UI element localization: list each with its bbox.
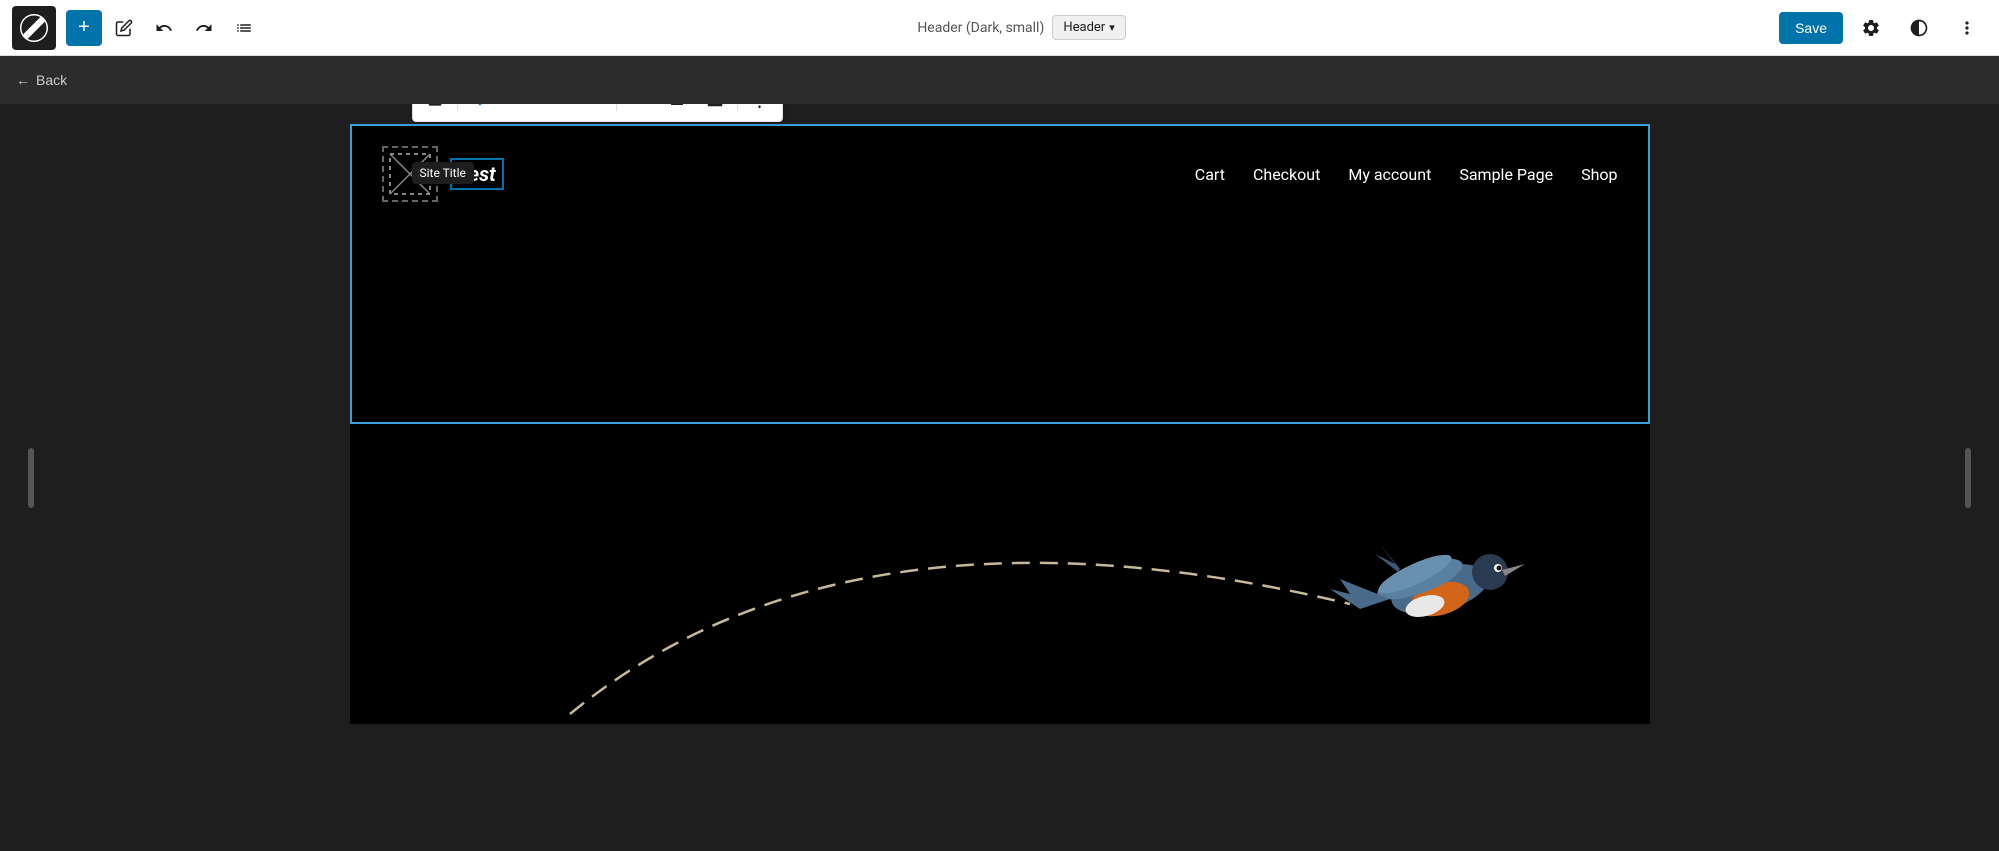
bird-path-svg [350, 424, 1650, 724]
avatar-button[interactable] [697, 104, 733, 117]
contrast-button[interactable] [1901, 10, 1937, 46]
add-block-button[interactable]: + [66, 10, 102, 46]
canvas-below [350, 424, 1650, 724]
pin-button[interactable] [462, 104, 498, 117]
block-more-button[interactable]: ⋮ [742, 104, 778, 117]
nav-next-button[interactable]: › [576, 104, 612, 117]
editor-canvas: ⊟ ⠿ ‹ › H1 [350, 124, 1650, 424]
left-scroll-handle[interactable] [28, 448, 34, 508]
arrow-left-icon: ← [16, 72, 30, 88]
header-block: Test Cart Checkout My account Sample Pag… [352, 126, 1648, 222]
right-scroll-handle[interactable] [1965, 448, 1971, 508]
toolbar-divider-3 [737, 104, 738, 111]
nav-item-checkout[interactable]: Checkout [1253, 165, 1320, 184]
edit-button[interactable] [106, 10, 142, 46]
wp-logo[interactable] [12, 6, 56, 50]
heading-h1-button[interactable]: H1 [621, 104, 657, 117]
more-options-button[interactable] [1949, 10, 1985, 46]
back-button[interactable]: ← Back [16, 72, 67, 88]
toolbar-divider-1 [457, 104, 458, 111]
list-view-button[interactable] [226, 10, 262, 46]
pattern-badge[interactable]: Header ▾ [1052, 15, 1125, 40]
toolbar-right: Save [1779, 10, 1987, 46]
toolbar-divider-2 [616, 104, 617, 111]
back-bar: ← Back [0, 56, 1999, 104]
canvas-wrapper: ⊟ ⠿ ‹ › H1 [350, 124, 1650, 724]
nav-item-sample-page[interactable]: Sample Page [1459, 165, 1553, 184]
nav-menu: Cart Checkout My account Sample Page Sho… [1195, 165, 1618, 184]
canvas-area: ⊟ ⠿ ‹ › H1 [0, 104, 1999, 851]
settings-button[interactable] [1853, 10, 1889, 46]
nav-item-my-account[interactable]: My account [1348, 165, 1431, 184]
drag-handle[interactable]: ⠿ [500, 104, 536, 117]
chevron-down-icon: ▾ [1109, 21, 1115, 34]
floating-toolbar: ⊟ ⠿ ‹ › H1 [412, 104, 783, 122]
redo-button[interactable] [186, 10, 222, 46]
top-toolbar: + Header (Dark, small) Header ▾ Save [0, 0, 1999, 56]
toolbar-center: Header (Dark, small) Header ▾ [264, 15, 1779, 40]
site-title-tooltip: Site Title [412, 162, 474, 184]
save-button[interactable]: Save [1779, 12, 1843, 44]
nav-prev-button[interactable]: ‹ [538, 104, 574, 117]
back-label: Back [36, 72, 67, 88]
justify-button[interactable]: ⊟ [417, 104, 453, 117]
nav-item-cart[interactable]: Cart [1195, 165, 1225, 184]
canvas-content-area [352, 222, 1648, 422]
pattern-name: Header (Dark, small) [917, 20, 1044, 36]
undo-button[interactable] [146, 10, 182, 46]
nav-item-shop[interactable]: Shop [1581, 165, 1617, 184]
align-button[interactable] [659, 104, 695, 117]
